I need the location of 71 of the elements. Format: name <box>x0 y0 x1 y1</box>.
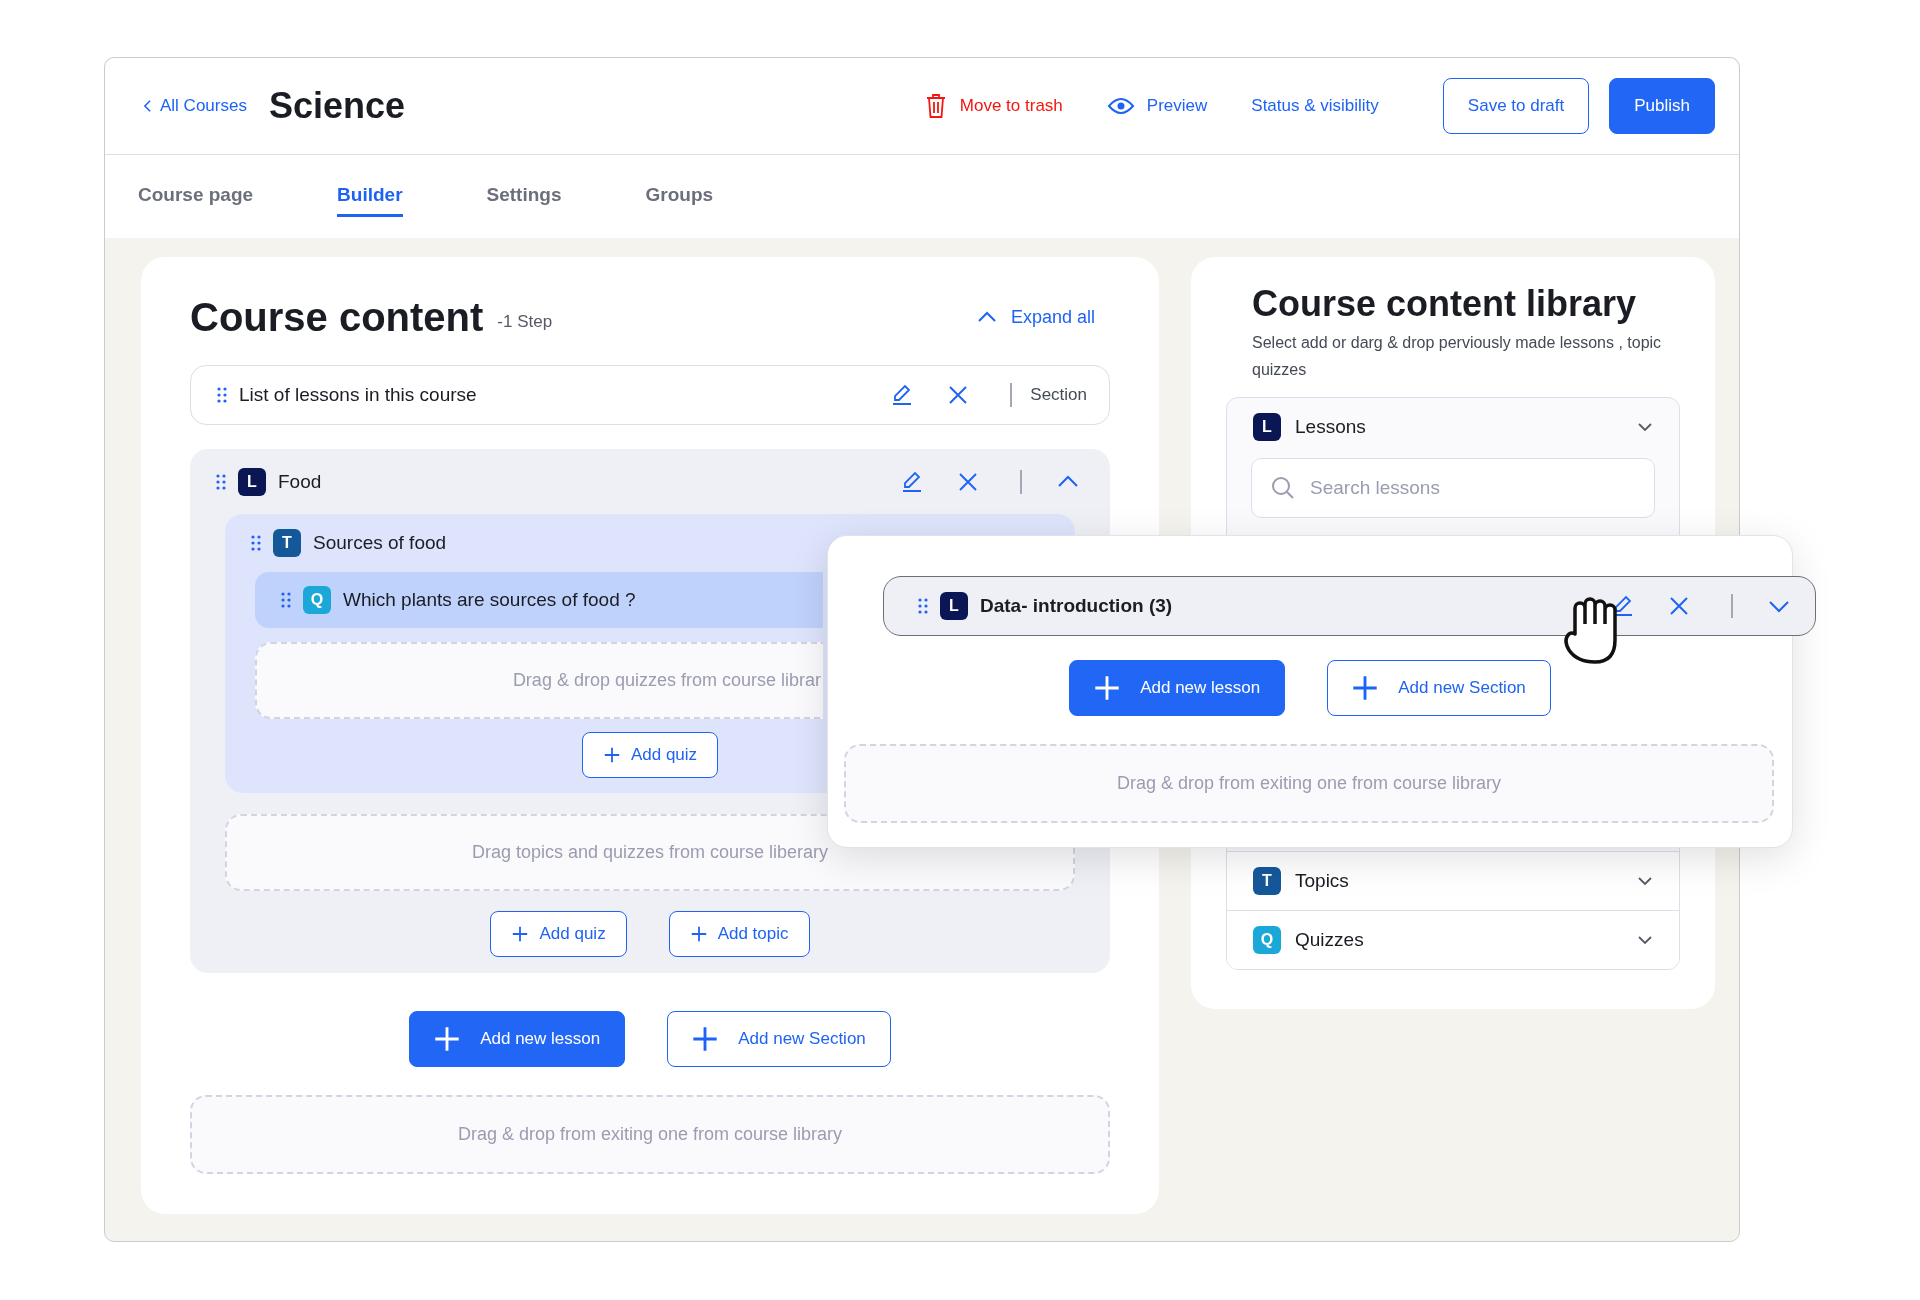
section-tag: Section <box>1030 385 1087 405</box>
add-button[interactable]: Add new Section <box>1327 660 1551 716</box>
add-button[interactable]: Add new Section <box>667 1011 891 1067</box>
preview-link[interactable]: Preview <box>1106 96 1208 116</box>
quiz-row[interactable]: Q Which plants are sources of food ? <box>255 572 823 628</box>
step-count: -1 Step <box>497 312 553 332</box>
row-title: List of lessons in this course <box>239 384 477 406</box>
plus-icon <box>602 746 621 764</box>
add-button[interactable]: Add topic <box>668 911 810 957</box>
library-title: Course content library <box>1252 283 1638 325</box>
category-header[interactable]: Q Quizzes <box>1227 911 1679 969</box>
add-button[interactable]: Add new lesson <box>409 1011 626 1067</box>
status-link[interactable]: Status & visibility <box>1251 96 1379 116</box>
plus-icon <box>689 925 708 943</box>
tab[interactable]: Builder <box>337 176 403 217</box>
header-button[interactable]: Publish <box>1609 78 1715 134</box>
category-label: Quizzes <box>1295 929 1364 951</box>
drop-zone[interactable]: Drag & drop from exiting one from course library <box>190 1095 1110 1174</box>
search-field[interactable]: Search lessons <box>1251 458 1655 518</box>
expand-all-link[interactable]: Expand all <box>976 306 1095 328</box>
category-badge: L <box>1253 413 1281 441</box>
tab[interactable]: Settings <box>486 176 562 217</box>
plus-icon <box>434 1026 461 1052</box>
chevron-down-icon[interactable] <box>1637 422 1653 432</box>
row-title: Food <box>278 470 322 493</box>
quiz-badge: Q <box>303 586 331 614</box>
lesson-badge: L <box>238 467 266 496</box>
add-button[interactable]: Add quiz <box>490 911 627 957</box>
chevron-down-icon[interactable] <box>1637 935 1653 945</box>
topic-badge: T <box>273 529 301 557</box>
library-description: Select add or darg & drop perviously made lessons , topic quizzes <box>1252 333 1663 380</box>
category-label: Topics <box>1295 870 1349 892</box>
chevron-up-icon <box>976 311 997 323</box>
plus-icon <box>511 925 530 943</box>
row-title: Data- introduction (3) <box>980 595 1173 617</box>
drop-hint: Drag & drop from exiting one from course library <box>1116 773 1502 794</box>
drag-handle-icon[interactable] <box>281 592 291 608</box>
plus-icon <box>692 1026 719 1052</box>
plus-icon <box>1352 675 1379 701</box>
tab[interactable]: Course page <box>138 176 254 217</box>
chevron-left-icon <box>143 99 152 113</box>
drag-handle-icon[interactable] <box>251 535 261 551</box>
category-badge: Q <box>1253 926 1281 954</box>
page-title: Science <box>268 85 405 127</box>
eye-icon <box>1106 96 1135 116</box>
header-button[interactable]: Save to draft <box>1442 78 1590 134</box>
drag-handle-icon[interactable] <box>217 387 227 403</box>
section-title: Course content <box>190 294 484 340</box>
tab[interactable]: Groups <box>645 176 714 217</box>
add-quiz-button[interactable]: Add quiz <box>581 732 719 778</box>
drag-handle-icon[interactable] <box>216 473 226 490</box>
plus-icon <box>1094 675 1121 701</box>
lesson-badge: L <box>940 592 968 620</box>
category-header[interactable]: L Lessons <box>1227 398 1679 456</box>
drop-zone[interactable]: Drag & drop quizzes from course librar <box>255 642 823 719</box>
dragged-lesson-row[interactable]: L Data- introduction (3) <box>883 576 1816 636</box>
row-title: Sources of food <box>313 532 447 554</box>
row-title: Which plants are sources of food ? <box>343 589 636 611</box>
category-header[interactable]: T Topics <box>1227 852 1679 910</box>
trash-link[interactable]: Move to trash <box>923 93 1063 119</box>
drop-hint: Drag & drop from exiting one from course library <box>457 1124 843 1145</box>
drag-handle-icon[interactable] <box>918 598 928 614</box>
back-link[interactable]: All Courses <box>143 96 247 116</box>
chevron-down-icon[interactable] <box>1637 876 1653 886</box>
category-label: Lessons <box>1295 416 1366 438</box>
drop-hint: Drag & drop quizzes from course librar <box>512 670 821 691</box>
drop-hint: Drag topics and quizzes from course liberary <box>471 842 829 863</box>
add-button[interactable]: Add new lesson <box>1069 660 1286 716</box>
category-badge: T <box>1253 867 1281 895</box>
drop-zone[interactable]: Drag & drop from exiting one from course library <box>844 744 1774 823</box>
section-row[interactable]: List of lessons in this course Section <box>190 365 1110 425</box>
